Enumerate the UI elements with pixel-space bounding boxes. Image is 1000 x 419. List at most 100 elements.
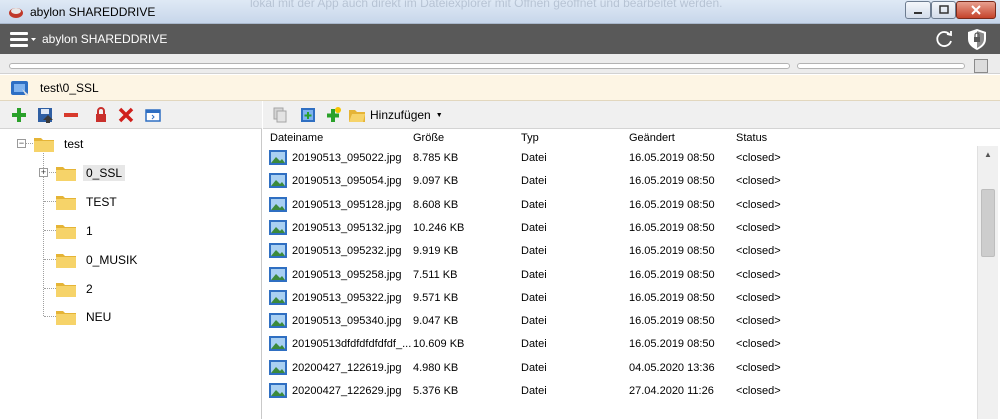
column-header-type[interactable]: Typ [521, 132, 539, 144]
copy-icon [273, 107, 287, 123]
cell-name: 20190513_095258.jpg [292, 268, 402, 281]
status-toggle-button[interactable] [974, 59, 988, 73]
table-row[interactable]: 20200427_122619.jpg 4.980 KB Datei 04.05.20… [263, 356, 977, 379]
folder-icon [56, 167, 76, 181]
app-name: abylon SHAREDDRIVE [42, 32, 168, 46]
save-button[interactable] [35, 105, 55, 125]
cell-type: Datei [521, 291, 547, 304]
progress-row [0, 54, 1000, 74]
cell-size: 5.376 KB [413, 385, 459, 397]
table-row[interactable]: 20190513_095322.jpg 9.571 KB Datei 16.05.20… [263, 286, 977, 309]
scrollbar-thumb[interactable] [981, 189, 995, 257]
window-title: abylon SHAREDDRIVE [30, 5, 156, 19]
tree-item-1[interactable]: 1 [55, 219, 96, 243]
cell-status: <closed> [736, 198, 781, 211]
maximize-button[interactable] [931, 1, 956, 19]
cell-size: 10.609 KB [413, 338, 465, 351]
column-header-status[interactable]: Status [736, 132, 767, 144]
secondary-progress-bar [797, 63, 965, 69]
cell-size: 4.980 KB [413, 361, 459, 374]
cell-modified: 16.05.2019 08:50 [629, 268, 715, 281]
tree-item-2[interactable]: 2 [55, 277, 96, 301]
minimize-icon [914, 12, 922, 14]
lock-button[interactable] [91, 105, 111, 125]
tree-item-label: 2 [86, 282, 93, 296]
cell-type: Datei [521, 361, 547, 374]
cell-modified: 16.05.2019 08:50 [629, 291, 715, 304]
tree-item-label: 1 [86, 224, 93, 238]
table-row[interactable]: 20190513_095258.jpg 7.511 KB Datei 16.05.20… [263, 263, 977, 286]
background-window-text: lokal mit der App auch direkt im Dateiex… [250, 0, 723, 10]
table-row[interactable]: 20190513_095132.jpg 10.246 KB Datei 16.05.2… [263, 216, 977, 239]
image-file-icon [269, 359, 287, 375]
delete-icon [118, 107, 134, 123]
close-button[interactable] [956, 1, 996, 19]
tree-item-0-ssl[interactable]: 0_SSL [55, 161, 126, 185]
new-item-button[interactable] [323, 105, 343, 125]
add-folder-icon [349, 110, 365, 122]
file-list-panel: Hinzufügen ▼ Dateiname Größe Typ Geänder… [263, 101, 1000, 419]
remove-button[interactable] [61, 105, 81, 125]
table-row[interactable]: 20190513_095054.jpg 9.097 KB Datei 16.05.20… [263, 169, 977, 192]
save-icon [38, 108, 53, 123]
tree-item-test-folder[interactable]: TEST [55, 190, 120, 214]
add-folder-button[interactable] [9, 105, 29, 125]
minimize-button[interactable] [905, 1, 931, 19]
table-row[interactable]: 20190513_095340.jpg 9.047 KB Datei 16.05.20… [263, 309, 977, 332]
tree-item-label: TEST [86, 195, 117, 209]
add-icon [12, 108, 26, 122]
sync-icon[interactable] [933, 28, 955, 50]
window-titlebar: abylon SHAREDDRIVE lokal mit der App auc… [0, 0, 1000, 24]
cell-type: Datei [521, 315, 547, 328]
folder-tree-panel: − test + 0_SSL TEST 1 0_MUSIK 2 NEU [0, 101, 262, 419]
drive-icon [11, 81, 29, 96]
remove-icon [64, 113, 78, 117]
tree-item-label: 0_SSL [83, 165, 126, 181]
copy-button[interactable] [270, 105, 290, 125]
sparkle-add-icon [327, 107, 341, 122]
column-header-modified[interactable]: Geändert [629, 132, 675, 144]
tree-item-0-musik[interactable]: 0_MUSIK [55, 248, 140, 272]
cell-modified: 16.05.2019 08:50 [629, 198, 715, 211]
main-progress-bar [9, 63, 790, 69]
folder-icon [56, 196, 76, 210]
scroll-up-icon[interactable]: ▲ [978, 146, 998, 163]
cell-size: 9.047 KB [413, 315, 459, 328]
cell-name: 20200427_122619.jpg [292, 361, 402, 374]
table-row[interactable]: 20190513_095022.jpg 8.785 KB Datei 16.05.20… [263, 146, 977, 169]
cell-status: <closed> [736, 152, 781, 164]
maximize-icon [938, 5, 949, 14]
image-file-icon [269, 383, 287, 398]
cell-size: 8.785 KB [413, 152, 459, 164]
cell-name: 20190513_095128.jpg [292, 198, 402, 211]
cell-status: <closed> [736, 268, 781, 281]
file-list: 20190513_095022.jpg 8.785 KB Datei 16.05.20… [263, 146, 977, 419]
add-file-button[interactable] [298, 105, 318, 125]
column-header-size[interactable]: Größe [413, 132, 444, 144]
file-toolbar: Hinzufügen ▼ [263, 101, 1000, 129]
folder-icon [34, 138, 54, 152]
file-list-scrollbar[interactable]: ▲ [977, 146, 998, 419]
cell-size: 9.571 KB [413, 291, 459, 304]
menu-icon[interactable] [9, 30, 39, 48]
column-header-name[interactable]: Dateiname [270, 132, 323, 144]
table-row[interactable]: 20190513_095128.jpg 8.608 KB Datei 16.05.20… [263, 193, 977, 216]
delete-button[interactable] [116, 105, 136, 125]
expand-toggle-0-ssl[interactable]: + [39, 168, 48, 177]
tree-item-test[interactable]: test [33, 132, 86, 156]
collapse-toggle-test[interactable]: − [17, 139, 26, 148]
shield-icon[interactable] [966, 27, 988, 51]
tree-item-label: 0_MUSIK [86, 253, 138, 267]
add-dropdown-button[interactable]: Hinzufügen ▼ [348, 106, 443, 124]
cell-type: Datei [521, 385, 547, 397]
cell-modified: 27.04.2020 11:26 [629, 385, 714, 397]
chevron-down-icon: ▼ [435, 111, 443, 119]
cell-modified: 04.05.2020 13:36 [629, 361, 715, 374]
image-file-icon [269, 336, 287, 352]
folder-icon [56, 254, 76, 268]
table-row[interactable]: 20190513_095232.jpg 9.919 KB Datei 16.05.20… [263, 239, 977, 262]
properties-button[interactable] [143, 105, 163, 125]
tree-item-neu[interactable]: NEU [55, 305, 114, 329]
table-row[interactable]: 20190513dfdfdfdfdfdf_... 10.609 KB Datei 16… [263, 332, 977, 355]
table-row[interactable]: 20200427_122629.jpg 5.376 KB Datei 27.04.20… [263, 379, 977, 402]
